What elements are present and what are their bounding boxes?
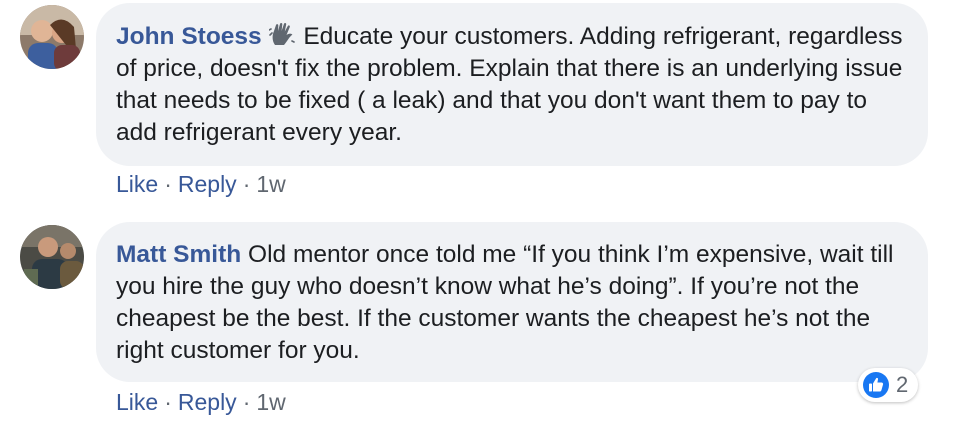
comment-bubble: Matt Smith Old mentor once told me “If y…	[96, 222, 928, 382]
top-fan-badge-icon	[268, 21, 295, 47]
reaction-count: 2	[896, 372, 909, 397]
separator-dot: ·	[242, 171, 251, 197]
avatar[interactable]	[20, 5, 84, 69]
timestamp[interactable]: 1w	[256, 171, 285, 197]
reply-link[interactable]: Reply	[178, 389, 237, 415]
separator-dot: ·	[242, 389, 251, 415]
comment-actions: Like · Reply · 1w	[116, 170, 286, 198]
reply-link[interactable]: Reply	[178, 171, 237, 197]
like-link[interactable]: Like	[116, 171, 158, 197]
comment: John Stoess Educate your customers. Addi…	[0, 0, 978, 210]
comment: Matt Smith Old mentor once told me “If y…	[0, 218, 978, 442]
like-link[interactable]: Like	[116, 389, 158, 415]
separator-dot: ·	[164, 389, 172, 415]
reaction-summary[interactable]: 2	[858, 368, 919, 402]
avatar-photo	[20, 225, 84, 289]
separator-dot: ·	[164, 171, 172, 197]
thumbs-up-icon	[862, 371, 890, 399]
author-name[interactable]: Matt Smith	[116, 241, 241, 268]
avatar[interactable]	[20, 225, 84, 289]
avatar-photo	[20, 5, 84, 69]
timestamp[interactable]: 1w	[256, 389, 285, 415]
author-name[interactable]: John Stoess	[116, 23, 262, 50]
comment-actions: Like · Reply · 1w	[116, 388, 286, 416]
comment-bubble: John Stoess Educate your customers. Addi…	[96, 3, 928, 166]
